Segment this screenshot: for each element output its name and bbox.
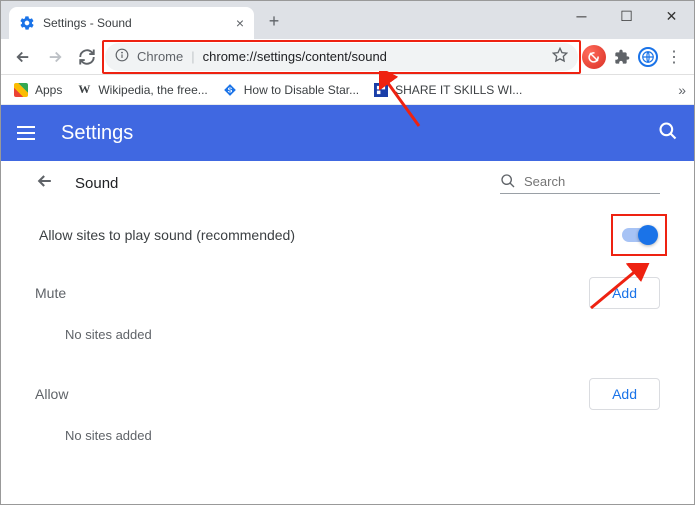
new-tab-button[interactable]: +	[264, 11, 284, 31]
site-info-icon[interactable]	[115, 48, 129, 65]
bookmark-label: Wikipedia, the free...	[98, 83, 207, 97]
bookmark-favicon: S	[222, 82, 238, 98]
maximize-button[interactable]: ☐	[604, 1, 649, 31]
svg-text:S: S	[227, 87, 232, 94]
section-title: Sound	[75, 175, 118, 192]
minimize-button[interactable]: ─	[559, 1, 604, 31]
mute-empty-text: No sites added	[35, 309, 660, 366]
bookmark-apps[interactable]: Apps	[9, 80, 66, 100]
settings-header: Settings	[1, 105, 694, 161]
bookmark-wikipedia[interactable]: W Wikipedia, the free...	[72, 80, 211, 100]
add-allow-button[interactable]: Add	[589, 378, 660, 410]
bookmark-disable[interactable]: S How to Disable Star...	[218, 80, 363, 100]
chrome-menu-button[interactable]: ⋮	[662, 47, 686, 67]
apps-icon	[13, 82, 29, 98]
browser-navbar: Chrome | chrome://settings/content/sound…	[1, 39, 694, 75]
close-icon[interactable]: ×	[236, 15, 244, 31]
bookmarks-overflow-icon[interactable]: »	[678, 82, 686, 98]
menu-icon[interactable]	[17, 121, 41, 145]
extensions-icon[interactable]	[610, 45, 634, 69]
reload-button[interactable]	[73, 43, 101, 71]
bookmark-star-icon[interactable]	[552, 47, 568, 66]
close-button[interactable]: ✕	[649, 1, 694, 31]
toggle-knob	[638, 225, 658, 245]
url-scheme: Chrome	[137, 49, 183, 64]
bookmark-share[interactable]: SHARE IT SKILLS WI...	[369, 80, 526, 100]
gear-icon	[19, 15, 35, 31]
allow-sound-row: Allow sites to play sound (recommended)	[35, 205, 660, 265]
settings-content: Sound Allow sites to play sound (recomme…	[1, 161, 694, 497]
allow-label: Allow	[35, 386, 68, 402]
bookmarks-bar: Apps W Wikipedia, the free... S How to D…	[1, 75, 694, 105]
window-controls: ─ ☐ ✕	[559, 1, 694, 31]
page-title: Settings	[61, 122, 133, 145]
address-bar[interactable]: Chrome | chrome://settings/content/sound	[105, 43, 578, 71]
forward-button[interactable]	[41, 43, 69, 71]
allow-sound-toggle[interactable]	[622, 228, 656, 242]
add-mute-button[interactable]: Add	[589, 277, 660, 309]
bookmark-label: How to Disable Star...	[244, 83, 359, 97]
browser-tab[interactable]: Settings - Sound ×	[9, 7, 254, 39]
settings-search[interactable]	[500, 173, 660, 194]
search-icon[interactable]	[658, 121, 678, 146]
url-path: chrome://settings/content/sound	[203, 49, 387, 64]
bookmark-label: Apps	[35, 83, 62, 97]
back-button[interactable]	[9, 43, 37, 71]
sub-header: Sound	[35, 165, 660, 205]
wikipedia-icon: W	[76, 82, 92, 98]
search-icon	[500, 173, 516, 189]
tab-title: Settings - Sound	[43, 16, 228, 30]
content-viewport[interactable]: Sound Allow sites to play sound (recomme…	[1, 161, 694, 504]
window-titlebar: Settings - Sound × + ─ ☐ ✕	[1, 1, 694, 39]
allow-empty-text: No sites added	[35, 410, 660, 467]
extension-icon[interactable]	[582, 45, 606, 69]
bookmark-favicon	[373, 82, 389, 98]
search-input[interactable]	[524, 174, 644, 189]
allow-section-header: Allow Add	[35, 378, 660, 410]
bookmark-label: SHARE IT SKILLS WI...	[395, 83, 522, 97]
mute-label: Mute	[35, 285, 66, 301]
mute-section-header: Mute Add	[35, 277, 660, 309]
back-arrow-icon[interactable]	[35, 171, 59, 196]
extension-globe-icon[interactable]	[638, 47, 658, 67]
allow-sound-label: Allow sites to play sound (recommended)	[39, 227, 295, 243]
